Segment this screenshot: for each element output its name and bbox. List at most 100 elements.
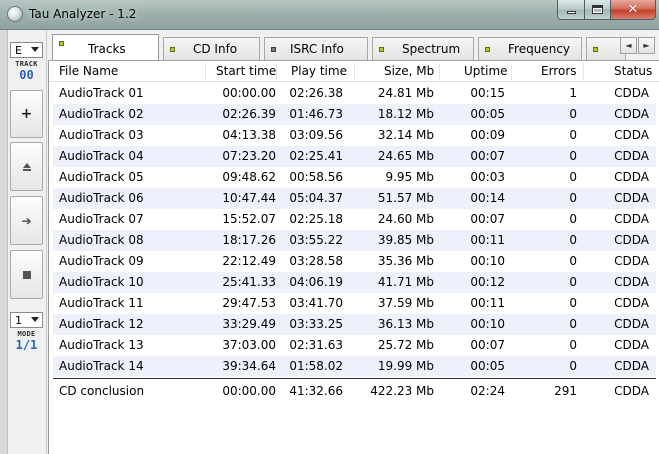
table-row[interactable]: AudioTrack 07 15:52.07 02:25.18 24.60 Mb 00:… [53,209,656,230]
status-cell: CDDA [614,149,649,163]
uptime-cell: 02:24 [470,384,505,398]
start-time-cell: 25:41.33 [222,275,276,289]
window-title: Tau Analyzer - 1.2 [29,7,137,21]
table-row[interactable]: AudioTrack 09 22:12.49 03:28.58 35.36 Mb 00:… [53,251,656,272]
tab-frequency[interactable]: Frequency [478,37,582,60]
window-controls: ✕ [557,0,656,20]
size-cell: 37.59 Mb [377,296,434,310]
minimize-button[interactable] [557,0,585,20]
tab-isrc-info[interactable]: ISRC Info [264,37,368,60]
column-header-size[interactable]: Size, Mb [384,64,434,78]
status-led-icon [379,46,384,52]
column-divider[interactable] [276,63,277,80]
table-row[interactable]: AudioTrack 13 37:03.00 02:31.63 25.72 Mb 00:… [53,335,656,356]
play-time-cell: 02:31.63 [289,338,343,352]
file-name-cell: AudioTrack 02 [59,107,144,121]
app-icon[interactable] [7,6,23,22]
start-time-cell: 37:03.00 [222,338,276,352]
tab-scroll-right-button[interactable]: ► [638,37,655,54]
column-header-file-name[interactable]: File Name [59,64,118,78]
tab-scroll-left-button[interactable]: ◄ [620,37,637,54]
table-row[interactable]: AudioTrack 12 33:29.49 03:33.25 36.13 Mb 00:… [53,314,656,335]
column-header-status[interactable]: Status [614,64,652,78]
tab-label: ISRC Info [290,42,344,56]
play-time-cell: 01:58.02 [289,359,343,373]
play-time-cell: 02:26.38 [289,86,343,100]
tab-spectrum[interactable]: Spectrum [372,37,474,60]
status-cell: CDDA [614,191,649,205]
eject-button[interactable] [10,142,43,191]
stop-button[interactable] [10,250,43,299]
errors-cell: 0 [569,191,577,205]
size-cell: 35.36 Mb [377,254,434,268]
column-divider[interactable] [354,63,355,80]
maximize-button[interactable] [585,0,611,20]
table-row[interactable]: AudioTrack 01 00:00.00 02:26.38 24.81 Mb 00:… [53,83,656,104]
file-name-cell: AudioTrack 09 [59,254,144,268]
file-name-cell: AudioTrack 11 [59,296,144,310]
file-name-cell: AudioTrack 12 [59,317,144,331]
start-time-cell: 22:12.49 [222,254,276,268]
play-time-cell: 02:25.18 [289,212,343,226]
table-row[interactable]: AudioTrack 10 25:41.33 04:06.19 41.71 Mb 00:… [53,272,656,293]
summary-row[interactable]: CD conclusion 00:00.00 41:32.66 422.23 Mb 02… [53,381,656,402]
table-row[interactable]: AudioTrack 03 04:13.38 03:09.56 32.14 Mb 00:… [53,125,656,146]
mode-select[interactable]: 1 [10,312,43,328]
triangle-left-icon: ◄ [625,41,632,50]
table-row[interactable]: AudioTrack 05 09:48.62 00:58.56 9.95 Mb 00:0… [53,167,656,188]
start-time-cell: 07:23.20 [222,149,276,163]
table-row[interactable]: AudioTrack 14 39:34.64 01:58.02 19.99 Mb 00:… [53,356,656,377]
start-time-cell: 00:00.00 [222,86,276,100]
status-cell: CDDA [614,384,649,398]
status-cell: CDDA [614,86,649,100]
start-time-cell: 00:00.00 [222,384,276,398]
add-button[interactable]: + [10,90,43,138]
tab-strip: Tracks CD Info ISRC Info Spectrum Freque… [48,31,659,61]
errors-cell: 0 [569,170,577,184]
column-divider[interactable] [439,63,440,80]
column-header-uptime[interactable]: Uptime [464,64,508,78]
start-time-cell: 39:34.64 [222,359,276,373]
file-name-cell: AudioTrack 14 [59,359,144,373]
chevron-down-icon [31,317,39,322]
file-name-cell: AudioTrack 10 [59,275,144,289]
toolbar-grip[interactable] [0,30,8,454]
errors-cell: 0 [569,317,577,331]
uptime-cell: 00:12 [470,275,505,289]
title-bar[interactable]: Tau Analyzer - 1.2 ✕ [0,0,659,30]
table-row[interactable]: AudioTrack 06 10:47.44 05:04.37 51.57 Mb 00:… [53,188,656,209]
column-divider[interactable] [511,63,512,80]
start-time-cell: 29:47.53 [222,296,276,310]
tab-label: Tracks [88,41,126,56]
column-divider[interactable] [205,63,206,80]
summary-divider [53,378,656,379]
size-cell: 9.95 Mb [385,170,434,184]
uptime-cell: 00:11 [470,296,505,310]
column-header-errors[interactable]: Errors [541,64,577,78]
track-number: 00 [19,68,34,82]
column-header-start-time[interactable]: Start time [216,64,276,78]
column-header-play-time[interactable]: Play time [291,64,347,78]
errors-cell: 0 [569,128,577,142]
table-row[interactable]: AudioTrack 04 07:23.20 02:25.41 24.65 Mb 00:… [53,146,656,167]
errors-cell: 0 [569,296,577,310]
uptime-cell: 00:07 [470,338,505,352]
table-row[interactable]: AudioTrack 11 29:47.53 03:41.70 37.59 Mb 00:… [53,293,656,314]
status-cell: CDDA [614,317,649,331]
start-time-cell: 02:26.39 [222,107,276,121]
play-button[interactable]: ➔ [10,196,43,245]
table-row[interactable]: AudioTrack 08 18:17.26 03:55.22 39.85 Mb 00:… [53,230,656,251]
drive-select[interactable]: E [10,42,43,58]
triangle-right-icon: ► [643,41,650,50]
tab-tracks[interactable]: Tracks [52,34,159,60]
status-cell: CDDA [614,128,649,142]
tab-cd-info[interactable]: CD Info [163,37,260,60]
table-row[interactable]: AudioTrack 02 02:26.39 01:46.73 18.12 Mb 00:… [53,104,656,125]
play-time-cell: 05:04.37 [289,191,343,205]
start-time-cell: 04:13.38 [222,128,276,142]
uptime-cell: 00:07 [470,149,505,163]
file-name-cell: AudioTrack 08 [59,233,144,247]
size-cell: 422.23 Mb [370,384,434,398]
column-divider[interactable] [583,63,584,80]
close-button[interactable]: ✕ [611,0,656,20]
